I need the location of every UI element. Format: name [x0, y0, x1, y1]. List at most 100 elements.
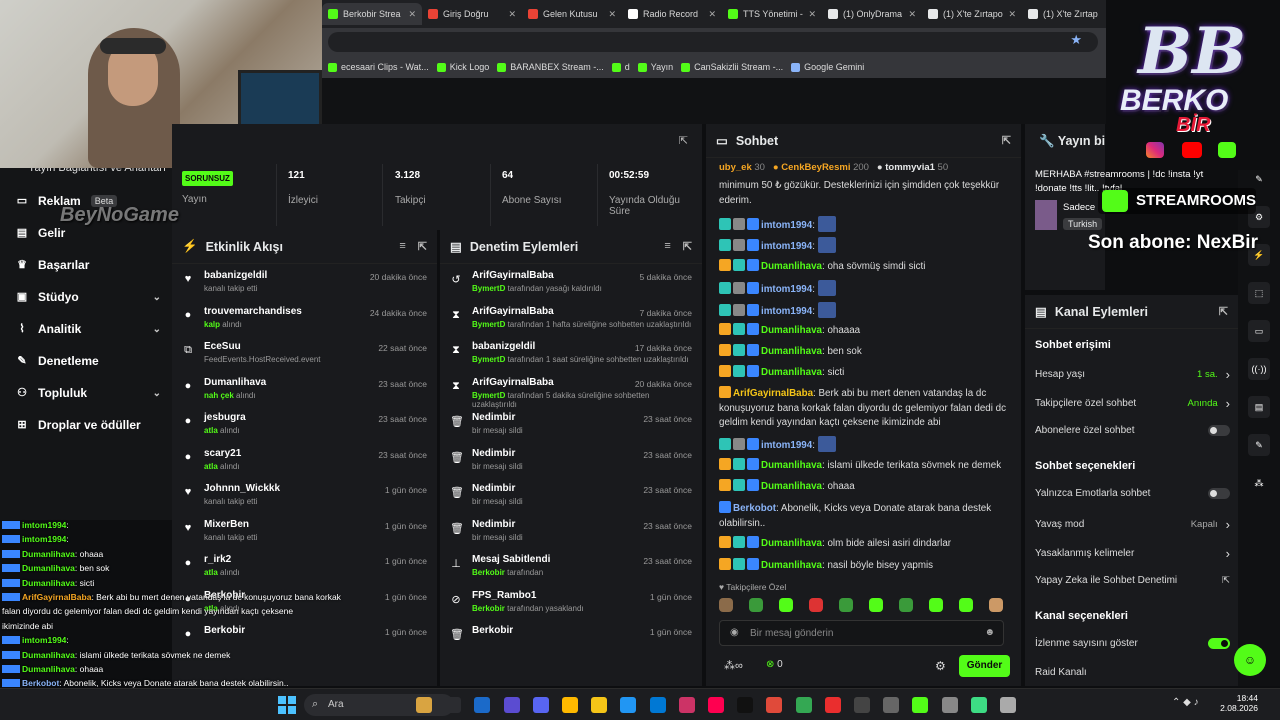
taskbar-app-icon[interactable] [1000, 697, 1016, 713]
browser-tab[interactable]: (1) X'te Zırtap✕ [1022, 3, 1106, 25]
emote-shortcut-icon[interactable] [839, 598, 853, 612]
start-icon[interactable] [278, 696, 296, 714]
emote-shortcut-icon[interactable] [779, 598, 793, 612]
chat-username[interactable]: Dumanlihava [761, 481, 822, 492]
bookmark-item[interactable]: ecesaari Clips - Wat... [328, 62, 429, 72]
taskbar-app-icon[interactable] [708, 697, 724, 713]
bookmark-item[interactable]: CanSakizlii Stream -... [681, 62, 783, 72]
points-icon[interactable]: ⁂∞ [724, 659, 743, 672]
channel-action-row[interactable]: İzlenme sayısını göster [1035, 638, 1230, 649]
chevron-down-icon[interactable]: ⌄ [153, 324, 161, 335]
sidebar-item-1[interactable]: ▤ Gelir [16, 226, 161, 240]
taskbar-app-icon[interactable] [824, 697, 841, 713]
chat-username[interactable]: ArifGayirnalBaba [733, 388, 813, 399]
bookmark-item[interactable]: Kick Logo [436, 62, 489, 72]
close-icon[interactable]: ✕ [708, 9, 716, 20]
support-bubble-icon[interactable]: ☺ [1234, 644, 1266, 676]
taskbar-app-icon[interactable] [854, 697, 870, 713]
bookmark-item[interactable]: Yayın [637, 62, 673, 72]
chat-username[interactable]: Dumanlihava [761, 538, 822, 549]
taskbar-app-icon[interactable] [649, 697, 666, 713]
sidebar-item-7[interactable]: ⊞ Droplar ve ödüller [16, 418, 161, 432]
channel-action-row[interactable]: Yalnızca Emotlarla sohbet [1035, 488, 1230, 499]
bookmark-item[interactable]: BARANBEX Stream -... [497, 62, 604, 72]
sidebar-item-3[interactable]: ▣ Stüdyo ⌄ [16, 290, 161, 304]
emote-shortcut-icon[interactable] [899, 598, 913, 612]
close-icon[interactable]: ✕ [1008, 9, 1016, 20]
close-icon[interactable]: ✕ [408, 9, 416, 20]
tray-icons[interactable]: ⌃ ◆ ♪ [1172, 697, 1199, 708]
close-icon[interactable]: ✕ [908, 9, 916, 20]
taskbar-app-icon[interactable] [562, 697, 578, 713]
chat-username[interactable]: Dumanlihava [761, 367, 822, 378]
taskbar-app-icon[interactable] [474, 697, 491, 713]
emote-shortcut-icon[interactable] [719, 598, 733, 612]
chat-username[interactable]: Dumanlihava [761, 560, 822, 571]
taskbar-app-icon[interactable] [912, 697, 929, 713]
popout-icon[interactable]: ⇱ [679, 134, 688, 147]
sidebar-item-5[interactable]: ✎ Denetleme [16, 354, 161, 368]
channel-action-row[interactable]: Yasaklanmış kelimeler › [1035, 546, 1230, 561]
taskbar-app-icon[interactable] [941, 697, 958, 713]
toggle-switch[interactable] [1208, 425, 1230, 436]
emote-shortcut-icon[interactable] [959, 598, 973, 612]
send-button[interactable]: Gönder [959, 655, 1010, 677]
rail-button-icon[interactable]: ⁂ [1248, 472, 1270, 494]
filter-icon[interactable]: ≡ [664, 240, 670, 253]
taskbar-app-icon[interactable] [445, 697, 462, 713]
browser-tab[interactable]: (1) X'te Zırtapo ✕ [922, 3, 1022, 25]
omnibox[interactable] [328, 32, 1098, 52]
sidebar-item-6[interactable]: ⚇ Topluluk ⌄ [16, 386, 161, 400]
sidebar-item-4[interactable]: ⌇ Analitik ⌄ [16, 322, 161, 336]
chevron-down-icon[interactable]: ⌄ [153, 388, 161, 399]
emote-bar[interactable] [719, 598, 1014, 614]
bookmark-item[interactable]: Google Gemini [791, 62, 864, 72]
rail-button-icon[interactable]: ▭ [1248, 320, 1270, 342]
taskbar-app-icon[interactable] [678, 697, 695, 713]
emote-shortcut-icon[interactable] [809, 598, 823, 612]
chat-username[interactable]: imtom1994 [761, 284, 812, 295]
chat-input[interactable]: ◉ Bir mesaj gönderin ☻ [719, 620, 1004, 646]
channel-action-row[interactable]: Takipçilere özel sohbet Anında › [1035, 396, 1230, 411]
toggle-switch[interactable] [1208, 638, 1230, 649]
rail-button-icon[interactable]: ⬚ [1248, 282, 1270, 304]
chat-username[interactable]: Berkobot [733, 503, 776, 514]
taskbar-app-icon[interactable] [416, 697, 432, 713]
popout-icon[interactable]: ⇱ [1219, 305, 1228, 318]
bookmark-item[interactable]: d [611, 62, 630, 72]
taskbar-app-icon[interactable] [737, 697, 754, 713]
channel-action-row[interactable]: Yavaş mod Kapalı › [1035, 517, 1230, 532]
clock[interactable]: 18:44 2.08.2026 [1218, 693, 1258, 713]
rail-button-icon[interactable]: ▤ [1248, 396, 1270, 418]
chat-settings-icon[interactable]: ⚙ [935, 659, 946, 673]
browser-tab[interactable]: (1) OnlyDrama ✕ [822, 3, 922, 25]
browser-tab[interactable]: Berkobir Strea ✕ [322, 3, 422, 25]
taskbar-app-icon[interactable] [766, 697, 783, 713]
taskbar-app-icon[interactable] [591, 697, 608, 713]
channel-action-row[interactable]: Raid Kanalı [1035, 667, 1230, 678]
category-thumbnail[interactable] [1035, 200, 1057, 230]
popout-icon[interactable]: ⇱ [1002, 134, 1011, 147]
taskbar-app-icon[interactable] [970, 697, 987, 713]
chat-username[interactable]: imtom1994 [761, 306, 812, 317]
browser-tab[interactable]: Giriş Doğru ✕ [422, 3, 522, 25]
popout-icon[interactable]: ⇱ [683, 240, 692, 253]
chat-username[interactable]: Dumanlihava [761, 261, 822, 272]
browser-tab[interactable]: TTS Yönetimi - ✕ [722, 3, 822, 25]
taskbar-app-icon[interactable] [795, 697, 812, 713]
toggle-switch[interactable] [1208, 488, 1230, 499]
channel-action-row[interactable]: Hesap yaşı 1 sa. › [1035, 367, 1230, 382]
kicks-counter[interactable]: ⊗ 0 [766, 659, 783, 670]
taskbar-app-icon[interactable] [503, 697, 520, 713]
rail-button-icon[interactable]: ✎ [1248, 168, 1270, 190]
browser-tab[interactable]: Gelen Kutusu ✕ [522, 3, 622, 25]
chat-username[interactable]: imtom1994 [761, 241, 812, 252]
emote-shortcut-icon[interactable] [929, 598, 943, 612]
emote-shortcut-icon[interactable] [869, 598, 883, 612]
chevron-down-icon[interactable]: ⌄ [153, 292, 161, 303]
channel-action-row[interactable]: Yapay Zeka ile Sohbet Denetimi ⇱ [1035, 575, 1230, 586]
chat-username[interactable]: imtom1994 [761, 220, 812, 231]
bookmark-star-icon[interactable]: ★ [1070, 32, 1082, 48]
close-icon[interactable]: ✕ [608, 9, 616, 20]
taskbar-app-icon[interactable] [883, 697, 900, 713]
